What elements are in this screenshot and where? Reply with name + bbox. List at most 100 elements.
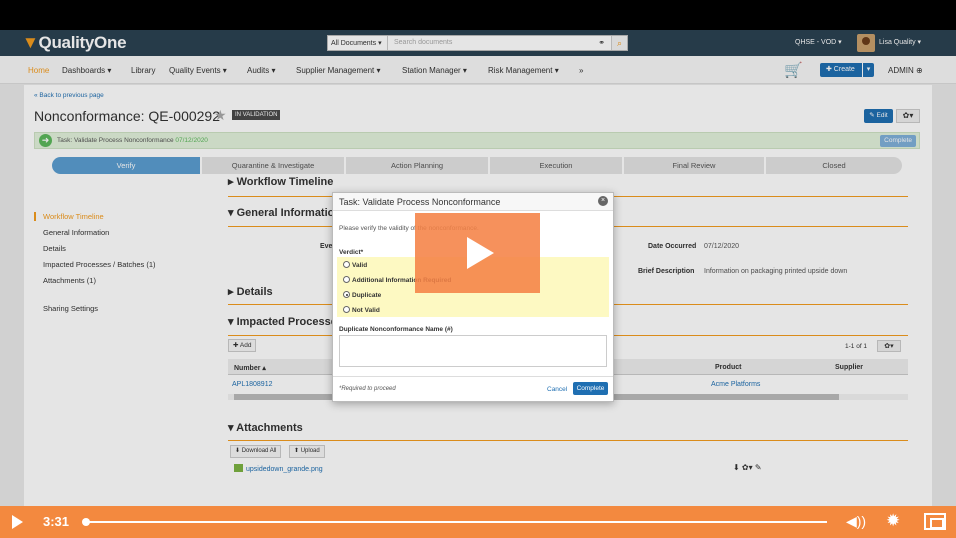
- task-complete-button[interactable]: Complete: [880, 135, 916, 147]
- nav-home[interactable]: Home: [28, 66, 49, 75]
- complete-button[interactable]: Complete: [573, 382, 608, 395]
- video-controls: 3:31 ◀)) ✹: [0, 506, 956, 538]
- logo-text: QualityOne: [38, 33, 127, 52]
- upload-button[interactable]: ⬆ Upload: [289, 445, 325, 458]
- play-icon[interactable]: [12, 515, 23, 529]
- column-supplier[interactable]: Supplier: [835, 364, 863, 371]
- step-quarantine[interactable]: Quarantine & Investigate: [202, 157, 344, 174]
- nav-risk-management[interactable]: Risk Management ▾: [488, 66, 559, 75]
- nav-supplier-management[interactable]: Supplier Management ▾: [296, 66, 381, 75]
- radio-not-valid[interactable]: Not Valid: [343, 306, 380, 314]
- page-title: Nonconformance: QE-000292: [34, 108, 220, 124]
- fullscreen-icon[interactable]: [924, 513, 946, 530]
- sidebar-item-details[interactable]: Details: [34, 244, 66, 253]
- download-all-button[interactable]: ⬇ Download All: [230, 445, 282, 458]
- task-text: Task: Validate Process Nonconformance 07…: [57, 137, 208, 144]
- section-general-information[interactable]: ▾ General Informatio: [228, 206, 334, 219]
- current-time: 3:31: [43, 514, 70, 529]
- nav-station-manager[interactable]: Station Manager ▾: [402, 66, 467, 75]
- nav-more[interactable]: »: [579, 66, 583, 75]
- step-verify[interactable]: Verify: [52, 157, 200, 174]
- sidebar-item-general-information[interactable]: General Information: [34, 228, 109, 237]
- create-label: ✚ Create: [826, 66, 855, 73]
- pager: 1-1 of 1: [845, 343, 868, 350]
- chevron-down-icon[interactable]: ▾: [862, 63, 874, 77]
- workflow-steps: Verify Quarantine & Investigate Action P…: [52, 157, 902, 174]
- gear-icon[interactable]: ✿▾: [877, 340, 901, 352]
- section-attachments[interactable]: ▾ Attachments: [228, 421, 303, 434]
- step-closed[interactable]: Closed: [766, 157, 902, 174]
- event-label: Eve: [320, 243, 333, 250]
- section-workflow-timeline[interactable]: ▸ Workflow Timeline: [228, 175, 333, 188]
- sidebar-item-workflow-timeline[interactable]: Workflow Timeline: [34, 212, 104, 221]
- step-execution[interactable]: Execution: [490, 157, 622, 174]
- radio-duplicate[interactable]: Duplicate: [343, 291, 381, 299]
- add-button[interactable]: ✚ Add: [228, 339, 257, 352]
- radio-label: Valid: [352, 262, 368, 269]
- admin-menu[interactable]: ADMIN ⊕: [888, 66, 923, 75]
- section-details[interactable]: ▸ Details: [228, 285, 273, 298]
- seek-bar[interactable]: [86, 521, 827, 523]
- row-product-link[interactable]: Acme Platforms: [711, 381, 760, 388]
- video-frame: ▼QualityOne All Documents ▾ Search docum…: [0, 0, 956, 538]
- search-scope-select[interactable]: All Documents ▾: [328, 36, 388, 50]
- brief-description-label: Brief Description: [638, 268, 695, 275]
- video-play-button[interactable]: [415, 213, 540, 293]
- logo-mark-icon: ▼: [22, 33, 39, 52]
- create-button[interactable]: ✚ Create ▾: [820, 63, 874, 77]
- radio-label: Duplicate: [352, 292, 382, 299]
- settings-gear-icon[interactable]: ✹: [886, 511, 900, 531]
- sidebar-item-sharing-settings[interactable]: Sharing Settings: [34, 304, 98, 313]
- close-icon[interactable]: ×: [598, 196, 608, 206]
- column-number[interactable]: Number ▴: [234, 364, 266, 372]
- top-bar: ▼QualityOne All Documents ▾ Search docum…: [0, 30, 956, 56]
- brief-description-value: Information on packaging printed upside …: [704, 268, 848, 275]
- radio-icon: [343, 306, 350, 313]
- volume-icon[interactable]: ◀)): [846, 513, 866, 530]
- duplicate-name-input[interactable]: [339, 335, 607, 367]
- binoculars-icon[interactable]: ⚭: [598, 38, 605, 47]
- task-date: 07/12/2020: [175, 137, 208, 144]
- task-banner: ➜ Task: Validate Process Nonconformance …: [34, 132, 920, 149]
- cancel-button[interactable]: Cancel: [547, 386, 567, 393]
- row-number-link[interactable]: APL1808912: [232, 381, 272, 388]
- radio-icon: [343, 261, 350, 268]
- duplicate-name-label: Duplicate Nonconformance Name (#): [339, 326, 453, 333]
- sidebar-item-impacted-processes[interactable]: Impacted Processes / Batches (1): [34, 260, 156, 269]
- date-occurred-value: 07/12/2020: [704, 243, 740, 250]
- play-icon: [467, 237, 494, 269]
- modal-title: Task: Validate Process Nonconformance: [339, 197, 501, 207]
- gear-icon[interactable]: ✿▾: [896, 109, 920, 123]
- back-link[interactable]: « Back to previous page: [34, 92, 104, 99]
- site-selector[interactable]: QHSE - VOD ▾: [795, 38, 842, 46]
- avatar[interactable]: [857, 34, 875, 52]
- main-nav: Home Dashboards ▾ Library Quality Events…: [0, 56, 956, 84]
- sidebar-item-attachments[interactable]: Attachments (1): [34, 276, 96, 285]
- verdict-label: Verdict*: [339, 249, 364, 256]
- cart-icon[interactable]: 🛒: [784, 61, 803, 79]
- nav-library[interactable]: Library: [131, 66, 155, 75]
- radio-valid[interactable]: Valid: [343, 261, 367, 269]
- column-product[interactable]: Product: [715, 364, 741, 371]
- status-badge: IN VALIDATION: [232, 110, 281, 120]
- divider: [228, 440, 908, 441]
- arrow-right-circle-icon: ➜: [39, 134, 52, 147]
- modal-footer: *Required to proceed Cancel Complete: [333, 376, 613, 401]
- user-menu[interactable]: Lisa Quality ▾: [879, 38, 921, 46]
- nav-quality-events[interactable]: Quality Events ▾: [169, 66, 227, 75]
- task-name: Task: Validate Process Nonconformance: [57, 137, 174, 144]
- section-impacted-processes[interactable]: ▾ Impacted Processe: [228, 315, 337, 328]
- file-actions[interactable]: ⬇ ✿▾ ✎: [733, 463, 762, 472]
- search-icon[interactable]: ⌕: [611, 36, 627, 50]
- edit-button[interactable]: ✎ Edit: [864, 109, 893, 123]
- logo[interactable]: ▼QualityOne: [22, 33, 127, 53]
- star-icon[interactable]: ★: [214, 107, 227, 124]
- step-final-review[interactable]: Final Review: [624, 157, 764, 174]
- attachment-file-link[interactable]: upsidedown_grande.png: [234, 464, 323, 473]
- step-action-planning[interactable]: Action Planning: [346, 157, 488, 174]
- search-input[interactable]: Search documents: [394, 39, 452, 46]
- seek-handle[interactable]: [82, 518, 90, 526]
- modal-header: Task: Validate Process Nonconformance ×: [333, 193, 613, 211]
- nav-audits[interactable]: Audits ▾: [247, 66, 275, 75]
- nav-dashboards[interactable]: Dashboards ▾: [62, 66, 111, 75]
